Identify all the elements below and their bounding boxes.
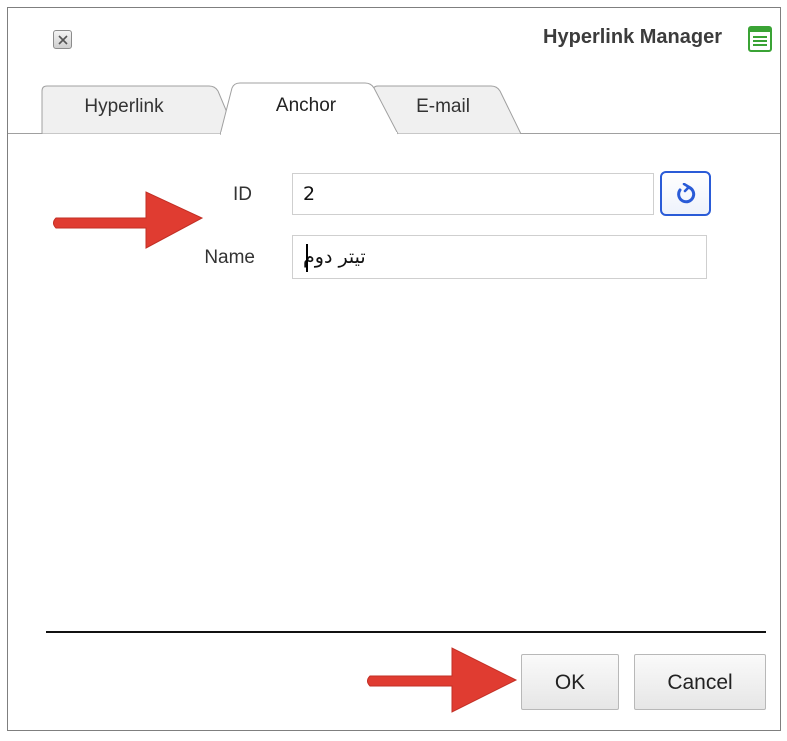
tab-anchor-label: Anchor [275,95,337,116]
id-input[interactable] [292,173,654,215]
name-input[interactable] [292,235,707,279]
refresh-icon [677,183,696,204]
name-label: Name [204,247,255,268]
hyperlink-manager-dialog: Hyperlink Manager E-mail Hyperlink Ancho… [7,7,781,731]
ok-button[interactable]: OK [521,654,619,710]
text-caret [306,244,308,272]
tab-hyperlink[interactable]: Hyperlink [41,85,237,134]
tab-hyperlink-label: Hyperlink [84,96,164,117]
tab-strip: E-mail Hyperlink Anchor [8,70,780,135]
red-arrow-icon [367,647,518,713]
tab-anchor[interactable]: Anchor [220,82,400,135]
close-icon [58,35,68,45]
cancel-button[interactable]: Cancel [634,654,766,710]
id-label: ID [233,184,252,205]
red-arrow-icon [53,191,204,249]
title-bar: Hyperlink Manager [8,8,780,70]
hyperlink-manager-icon [748,26,772,52]
close-button[interactable] [53,30,72,49]
dialog-title: Hyperlink Manager [543,26,722,48]
footer-divider [46,631,766,633]
regenerate-id-button[interactable] [660,171,711,216]
